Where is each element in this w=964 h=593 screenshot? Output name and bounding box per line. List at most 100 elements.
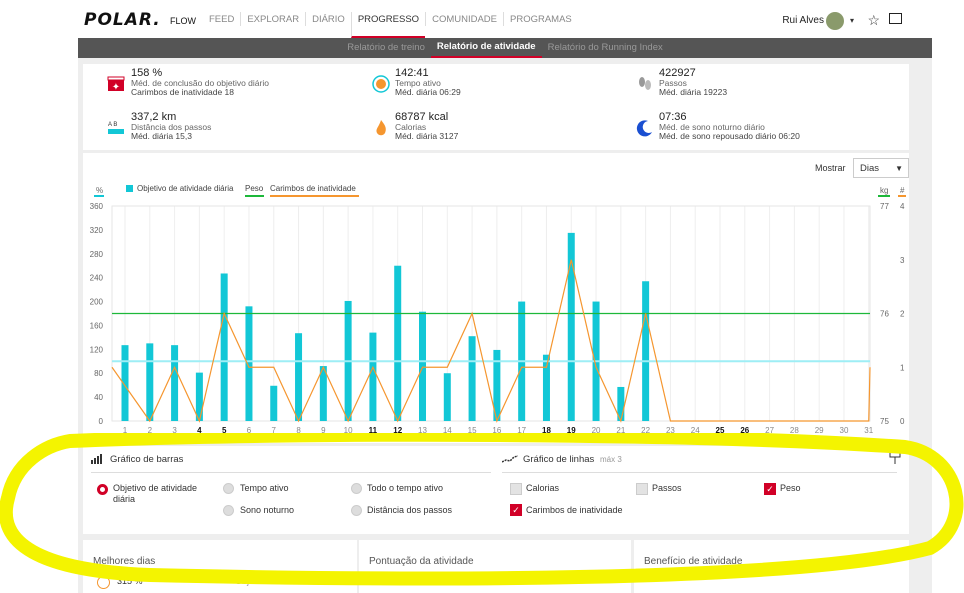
activity-bar — [642, 281, 650, 421]
activity-bar — [245, 306, 253, 421]
count-tick-label: 4 — [900, 202, 905, 211]
x-tick-label: 8 — [296, 426, 301, 435]
y-tick-label: 120 — [90, 345, 104, 354]
radio-active-time[interactable] — [223, 483, 234, 494]
activity-bar — [394, 265, 402, 421]
x-tick-label: 14 — [443, 426, 452, 435]
activity-bar — [195, 372, 203, 421]
x-tick-label: 10 — [344, 426, 353, 435]
checkbox-steps[interactable] — [636, 483, 648, 495]
activity-bar — [369, 332, 377, 421]
x-tick-label: 11 — [369, 426, 378, 435]
x-tick-label: 29 — [815, 426, 824, 435]
line-chart-icon — [502, 455, 518, 463]
count-tick-label: 2 — [900, 310, 905, 319]
x-tick-label: 16 — [492, 426, 501, 435]
x-tick-label: 1 — [123, 426, 128, 435]
best-days-panel: Melhores dias 315 % Objetivo de atividad… — [83, 540, 357, 593]
y-tick-label: 280 — [90, 250, 104, 259]
y-tick-label: 320 — [90, 226, 104, 235]
activity-benefit-title: Benefício de atividade — [644, 556, 743, 567]
activity-bar — [146, 343, 154, 421]
option-calories[interactable]: Calorias — [526, 483, 559, 494]
option-activity-goal[interactable]: Objetivo de atividade diária — [113, 483, 208, 505]
bar-chart-title: Gráfico de barras — [110, 454, 184, 465]
pin-icon[interactable] — [889, 451, 901, 465]
kg-tick-label: 76 — [880, 310, 889, 319]
activity-bar — [270, 385, 278, 421]
option-step-distance[interactable]: Distância dos passos — [367, 505, 452, 516]
count-tick-label: 1 — [900, 363, 905, 372]
y-tick-label: 360 — [90, 202, 104, 211]
y-tick-label: 0 — [99, 417, 104, 426]
radio-night-sleep[interactable] — [223, 505, 234, 516]
x-tick-label: 7 — [272, 426, 277, 435]
best-day-label: Objetivo de atividade diária — [235, 576, 344, 586]
x-tick-label: 13 — [418, 426, 427, 435]
checkbox-inactivity[interactable]: ✓ — [510, 504, 522, 516]
x-tick-label: 30 — [840, 426, 849, 435]
count-tick-label: 0 — [900, 417, 905, 426]
activity-bar — [295, 333, 303, 421]
radio-step-distance[interactable] — [351, 505, 362, 516]
x-tick-label: 21 — [616, 426, 625, 435]
x-tick-label: 24 — [691, 426, 700, 435]
bar-chart-icon — [91, 454, 102, 464]
activity-bar — [319, 366, 327, 421]
y-tick-label: 80 — [94, 369, 103, 378]
x-tick-label: 4 — [197, 426, 202, 435]
y-tick-label: 200 — [90, 298, 104, 307]
activity-bar — [468, 336, 476, 421]
option-inactivity[interactable]: Carimbos de inatividade — [526, 505, 623, 516]
x-tick-label: 22 — [641, 426, 650, 435]
line-chart-max: máx 3 — [600, 455, 622, 464]
x-tick-label: 20 — [592, 426, 601, 435]
legend-activity: Objetivo de atividade diária — [137, 184, 234, 193]
y-tick-label: 240 — [90, 274, 104, 283]
activity-bar — [443, 373, 451, 421]
x-tick-label: 6 — [247, 426, 252, 435]
x-tick-label: 23 — [666, 426, 675, 435]
checkbox-calories[interactable] — [510, 483, 522, 495]
best-days-title: Melhores dias — [93, 556, 156, 567]
activity-chart: 04080120160200240280320360%75767701234kg… — [90, 184, 906, 435]
x-tick-label: 18 — [542, 426, 551, 435]
radio-activity-goal[interactable] — [97, 484, 108, 495]
count-axis-label: # — [900, 186, 905, 195]
checkbox-weight[interactable]: ✓ — [764, 483, 776, 495]
x-tick-label: 27 — [765, 426, 774, 435]
left-axis-label: % — [96, 186, 103, 195]
option-active-time[interactable]: Tempo ativo — [240, 483, 289, 494]
x-tick-label: 17 — [517, 426, 526, 435]
activity-bar — [171, 345, 179, 421]
line-chart-title: Gráfico de linhas — [523, 454, 595, 465]
legend-weight: Peso — [245, 184, 264, 193]
x-tick-label: 5 — [222, 426, 227, 435]
y-tick-label: 160 — [90, 321, 104, 330]
option-all-active-time[interactable]: Todo o tempo ativo — [367, 483, 443, 494]
x-tick-label: 12 — [393, 426, 402, 435]
best-day-value: 315 % — [117, 576, 143, 586]
divider — [91, 472, 491, 473]
activity-benefit-panel: Benefício de atividade — [634, 540, 909, 593]
option-steps[interactable]: Passos — [652, 483, 682, 494]
x-tick-label: 2 — [148, 426, 153, 435]
activity-score-title: Pontuação da atividade — [369, 556, 474, 567]
x-tick-label: 3 — [172, 426, 177, 435]
y-tick-label: 40 — [94, 393, 103, 402]
x-tick-label: 31 — [864, 426, 873, 435]
legend-swatch-activity — [126, 185, 133, 192]
activity-bar — [220, 273, 228, 421]
x-tick-label: 25 — [716, 426, 725, 435]
x-tick-label: 28 — [790, 426, 799, 435]
option-night-sleep[interactable]: Sono noturno — [240, 505, 294, 516]
option-weight[interactable]: Peso — [780, 483, 801, 494]
activity-score-panel: Pontuação da atividade — [359, 540, 631, 593]
divider — [502, 472, 897, 473]
kg-tick-label: 75 — [880, 417, 889, 426]
x-tick-label: 9 — [321, 426, 326, 435]
x-tick-label: 19 — [567, 426, 576, 435]
activity-bar — [419, 311, 427, 421]
radio-all-active-time[interactable] — [351, 483, 362, 494]
count-tick-label: 3 — [900, 256, 905, 265]
